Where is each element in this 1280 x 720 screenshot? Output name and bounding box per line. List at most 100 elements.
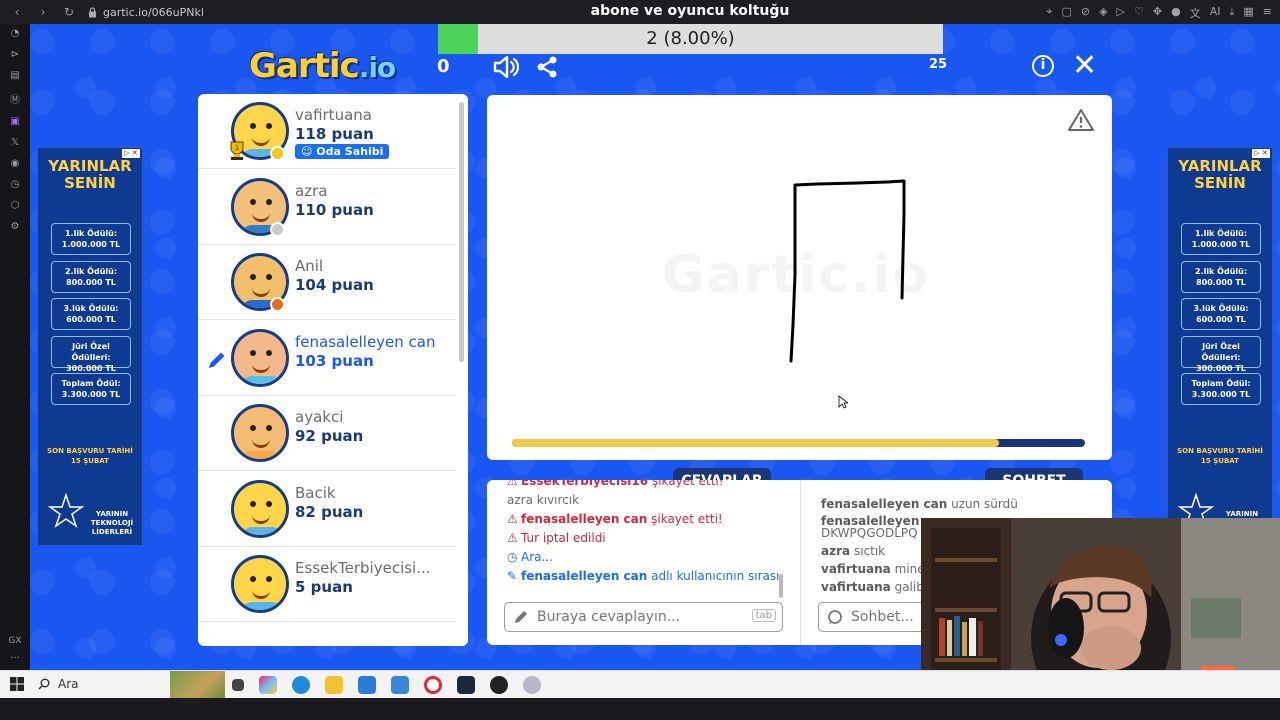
grid-icon[interactable]: ▦	[1243, 5, 1253, 21]
player-row[interactable]: EssekTerbiyecisi... 5 puan	[198, 547, 456, 622]
widgets-icon[interactable]	[170, 671, 225, 699]
obs-icon[interactable]	[490, 676, 508, 694]
ad-banner-right[interactable]: ▷ ✕ YARINLAR SENİN 1.lik Ödülü: 1.000.000 TL…	[1167, 147, 1273, 546]
download-icon[interactable]: ⤓	[1230, 5, 1235, 21]
ad-banner-left[interactable]: ▷ ✕ YARINLAR SENİN 1.lik Ödülü: 1.000.000 TL…	[37, 147, 143, 546]
player-points: 92 puan	[295, 427, 364, 445]
history-icon[interactable]: ◷	[11, 179, 20, 190]
drawing-pencil-icon	[209, 352, 225, 368]
translate-icon[interactable]: 文	[1190, 5, 1201, 21]
message-text: Ara...	[521, 550, 553, 564]
ad-title-line1: YARINLAR	[1178, 157, 1262, 175]
answer-input-box[interactable]: tab	[504, 602, 783, 632]
player-row[interactable]: azra 110 puan	[198, 170, 456, 245]
file-explorer-icon[interactable]	[325, 676, 343, 694]
ad-footer: YARININ TEKNOLOJİ LİDERLERİ	[90, 510, 134, 536]
ad-prize-value: 800.000 TL	[1196, 277, 1246, 287]
player-status-dot	[270, 221, 285, 237]
windows-taskbar: Ara	[0, 670, 1280, 699]
task-view-icon[interactable]	[232, 679, 244, 691]
turn-timer-bar	[512, 439, 1085, 447]
player-row[interactable]: fenasalelleyen can 103 puan	[198, 321, 456, 396]
ad-prize-value: 600.000 TL	[66, 315, 116, 324]
message-icon: ⚠	[507, 512, 518, 526]
windows-start-icon[interactable]	[10, 677, 24, 691]
player-row[interactable]: ayakci 92 puan	[198, 396, 456, 471]
edge-icon[interactable]	[292, 676, 310, 694]
drawing-canvas[interactable]: Gartic.io	[487, 95, 1112, 460]
ad-deadline-line2: 15 ŞUBAT	[1201, 457, 1239, 465]
ad-deadline: SON BAŞVURU TARİHİ 15 ŞUBAT	[1168, 446, 1272, 466]
reload-button[interactable]: ↻	[60, 5, 78, 19]
profile-icon[interactable]: ●	[1171, 5, 1181, 21]
forward-button[interactable]: ›	[34, 5, 52, 19]
gartic-logo: Gartic.io	[249, 46, 396, 86]
more-icon[interactable]: ···	[10, 653, 20, 664]
player-name: ayakci	[295, 408, 344, 426]
ad-prize-value: 600.000 TL	[1196, 315, 1246, 324]
back-button[interactable]: ‹	[8, 5, 26, 19]
ad-prize-box: Jüri Özel Ödülleri: 300.000 TL	[1181, 335, 1261, 373]
play-icon[interactable]: ▷	[1117, 5, 1125, 21]
logo-suffix: .io	[358, 51, 396, 84]
extensions-sidebar-icon[interactable]: ⬡	[11, 200, 20, 211]
taskbar-search[interactable]: Ara	[38, 677, 79, 691]
menu-icon[interactable]: ≡	[1263, 5, 1272, 21]
answer-input[interactable]	[537, 607, 737, 627]
chat-user: vafirtuana	[821, 580, 891, 594]
ad-prize-label: 3.lük Ödülü:	[63, 304, 119, 313]
messenger-icon[interactable]: Ⓜ	[10, 91, 20, 106]
opera-gx-icon[interactable]	[424, 676, 442, 694]
address-bar[interactable]: gartic.io/066uPNkl	[88, 6, 204, 19]
shield-icon[interactable]: ◈	[1099, 5, 1107, 21]
ai-button[interactable]: AI	[1210, 5, 1221, 21]
share-icon[interactable]	[535, 55, 559, 79]
info-button[interactable]: i	[1032, 55, 1054, 77]
twitch-icon[interactable]: ▣	[10, 116, 19, 127]
speaker-icon[interactable]	[492, 54, 520, 80]
player-row[interactable]: 1 vafirtuana 118 puan ☺ Oda Sahibi	[198, 94, 456, 169]
ad-deadline-line1: SON BAŞVURU TARİHİ	[47, 447, 133, 455]
ad-prize-value: 3.300.000 TL	[61, 390, 121, 399]
ad-title-line2: SENİN	[1194, 174, 1246, 192]
message-icon: ⚠	[507, 531, 518, 545]
report-warning-icon[interactable]	[1068, 108, 1094, 132]
store-icon[interactable]	[358, 676, 376, 694]
room-owner-label: Oda Sahibi	[316, 145, 384, 158]
answer-message: ⚠ EssekTerbiyecisi16 şikayet etti!	[507, 480, 724, 488]
app-icon[interactable]	[391, 676, 409, 694]
player-list-scrollbar[interactable]	[459, 102, 464, 362]
ad-prize-label: 2.lik Ödülü:	[1194, 266, 1248, 276]
ad-prize-box: 3.lük Ödülü: 600.000 TL	[51, 298, 131, 330]
tab-key-hint: tab	[751, 609, 776, 622]
chat-user: fenasalelleyen can	[821, 497, 948, 511]
ad-prize-box: Toplam Ödül: 3.300.000 TL	[51, 373, 131, 405]
x-twitter-icon[interactable]: 𝕏	[11, 137, 19, 148]
steam-icon[interactable]	[457, 676, 475, 694]
taskbar-apps	[232, 676, 541, 694]
drawn-sketch	[789, 179, 906, 363]
copilot-icon[interactable]	[259, 676, 277, 694]
player-icon[interactable]: ◉	[11, 158, 20, 169]
player-name: Anil	[295, 257, 324, 275]
app-icon-2[interactable]	[523, 676, 541, 694]
turn-timer-fill	[512, 439, 1000, 447]
pin-icon[interactable]: ⌖	[1046, 5, 1052, 21]
chat-message: fenasalelleyen can uzun sürdü	[821, 497, 1018, 511]
answer-message: ⚠ Tur iptal edildi	[507, 531, 606, 545]
answer-message: azra kıvırcık	[507, 493, 579, 507]
speed-dial-icon[interactable]: ◔	[11, 28, 20, 39]
player-points: 82 puan	[295, 502, 364, 521]
extensions-icon[interactable]: ✥	[1153, 5, 1162, 21]
player-row[interactable]: Anil 104 puan	[198, 245, 456, 320]
settings-icon[interactable]: ⚙	[11, 221, 20, 232]
control-icon[interactable]: ▤	[10, 70, 19, 81]
answers-scrollbar[interactable]	[779, 574, 783, 598]
avatar	[231, 404, 289, 462]
screenshot-icon[interactable]: ▢	[1061, 5, 1071, 21]
heart-icon[interactable]: ♡	[1134, 5, 1144, 21]
block-icon[interactable]: ⊘	[1081, 5, 1090, 21]
player-row[interactable]: Bacik 82 puan	[198, 472, 456, 547]
close-button[interactable]: ✕	[1072, 51, 1097, 81]
bookmark-icon[interactable]: ⊳	[11, 49, 19, 60]
